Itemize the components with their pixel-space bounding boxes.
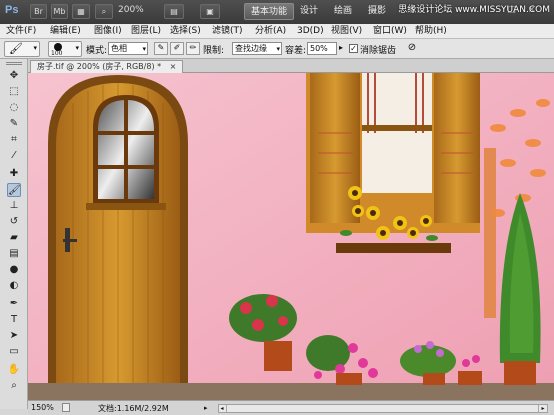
menu-layer[interactable]: 图层(L) — [131, 24, 161, 39]
tree-trunk — [484, 148, 496, 318]
menu-bar: 文件(F) 编辑(E) 图像(I) 图层(L) 选择(S) 滤镜(T) 分析(A… — [0, 24, 554, 39]
type-icon[interactable]: T — [7, 313, 21, 327]
gradient-icon[interactable]: ▤ — [7, 247, 21, 261]
workspace-painting[interactable]: 绘画 — [328, 3, 358, 20]
status-bar: 150% 文档:1.16M/2.92M ▸ ◂ ▸ — [28, 400, 554, 415]
view-extras-button[interactable]: ▦ — [72, 4, 90, 19]
cypress-pot — [504, 361, 536, 385]
dodge-icon[interactable]: ◐ — [7, 279, 21, 293]
canvas-artwork — [28, 73, 554, 400]
menu-analysis[interactable]: 分析(A) — [255, 24, 286, 39]
antialias-label: 消除锯齿 — [360, 46, 397, 56]
arrange-documents-button[interactable]: ▤ — [164, 4, 184, 19]
hand-icon[interactable]: ✋ — [7, 363, 21, 377]
status-zoom[interactable]: 150% — [31, 403, 54, 412]
document-tab-title: 房子.tif @ 200% (房子, RGB/8) * — [37, 62, 162, 71]
pen-icon[interactable]: ✒ — [7, 297, 21, 311]
move-icon[interactable]: ✥ — [7, 69, 21, 83]
menu-select[interactable]: 选择(S) — [170, 24, 201, 39]
history-brush-icon[interactable]: ↺ — [7, 215, 21, 229]
ground — [28, 383, 554, 400]
limits-select[interactable]: 查找边缘 ▾ — [232, 42, 282, 55]
scroll-left-icon[interactable]: ◂ — [218, 405, 227, 412]
tolerance-input[interactable]: 50% — [307, 42, 337, 55]
options-bar: 🖌 ▾ 100 ▾ 模式: 色相 ▾ ✎ ✐ ✏ 限制: 查找边缘 ▾ 容差: 50… — [0, 39, 554, 59]
chevron-down-icon: ▾ — [142, 45, 146, 53]
menu-image[interactable]: 图像(I) — [94, 24, 122, 39]
menu-file[interactable]: 文件(F) — [6, 24, 36, 39]
photoshop-logo: Ps — [5, 4, 19, 16]
eraser-icon[interactable]: ▰ — [7, 231, 21, 245]
menu-3d[interactable]: 3D(D) — [297, 24, 324, 39]
lasso-icon[interactable]: ◌ — [7, 101, 21, 115]
healing-icon[interactable]: ✚ — [7, 167, 21, 181]
window-box — [336, 243, 451, 253]
eyedropper-icon[interactable]: ⁄ — [7, 149, 21, 163]
screen-mode-button[interactable]: ▣ — [200, 4, 220, 19]
menu-help[interactable]: 帮助(H) — [415, 24, 447, 39]
crop-icon[interactable]: ⌗ — [7, 133, 21, 147]
document-tab[interactable]: 房子.tif @ 200% (房子, RGB/8) * × — [30, 60, 184, 73]
window-curtain — [362, 73, 432, 193]
sampling-background-icon[interactable]: ✏ — [186, 42, 200, 55]
path-select-icon[interactable]: ➤ — [7, 329, 21, 343]
zoom-level[interactable]: 200% — [118, 5, 158, 19]
close-tab-icon[interactable]: × — [170, 62, 177, 71]
chevron-down-icon[interactable]: ▸ — [339, 43, 343, 52]
menu-filter[interactable]: 滤镜(T) — [212, 24, 243, 39]
menu-edit[interactable]: 编辑(E) — [50, 24, 81, 39]
brush-picker[interactable]: 100 ▾ — [48, 41, 82, 57]
mode-select[interactable]: 色相 ▾ — [108, 42, 148, 55]
shape-icon[interactable]: ▭ — [7, 345, 21, 359]
limits-label: 限制: — [203, 46, 225, 56]
toolbox: ✥ ⬚ ◌ ✎ ⌗ ⁄ ✚ 🖌 ⊥ ↺ ▰ ▤ ● ◐ ✒ T ➤ ▭ ✋ ⌕ — [0, 59, 28, 409]
document-tab-bar: 房子.tif @ 200% (房子, RGB/8) * × — [28, 59, 554, 73]
scroll-right-icon[interactable]: ▸ — [538, 405, 547, 412]
quick-select-icon[interactable]: ✎ — [7, 117, 21, 131]
bridge-button[interactable]: Br — [30, 4, 47, 19]
antialias-checkbox[interactable]: ✓ — [349, 44, 358, 53]
status-doc-info: 文档:1.16M/2.92M — [98, 404, 169, 413]
sampling-continuous-icon[interactable]: ✎ — [154, 42, 168, 55]
door-window-sill — [86, 203, 166, 210]
workspace-photography[interactable]: 摄影 — [362, 3, 392, 20]
tool-preset-picker[interactable]: 🖌 ▾ — [4, 41, 40, 57]
tablet-pressure-icon[interactable]: ⊘ — [405, 42, 419, 56]
workspace-design[interactable]: 设计 — [294, 3, 324, 20]
stamp-icon[interactable]: ⊥ — [7, 199, 21, 213]
toolbox-grip[interactable] — [6, 62, 22, 65]
status-menu-icon[interactable]: ▸ — [204, 404, 208, 412]
zoom-level-icon[interactable]: ⌕ — [95, 4, 113, 19]
application-bar: Ps Br Mb ▦ ⌕ 200% ▤ ▣ 基本功能 设计 绘画 摄影 – □ … — [0, 0, 554, 24]
color-replace-icon[interactable]: 🖌 — [7, 183, 21, 197]
chevron-down-icon: ▾ — [276, 45, 280, 53]
brush-size: 100 — [51, 50, 63, 57]
tolerance-label: 容差: — [285, 46, 307, 56]
zoom-icon[interactable]: ⌕ — [7, 379, 21, 393]
chevron-down-icon: ▾ — [75, 44, 79, 52]
status-toggle-icon[interactable] — [62, 403, 70, 412]
mode-label: 模式: — [86, 46, 108, 56]
mode-value: 色相 — [111, 44, 127, 53]
blur-icon[interactable]: ● — [7, 263, 21, 277]
chevron-down-icon: ▾ — [33, 44, 37, 52]
color-replace-icon: 🖌 — [9, 42, 23, 55]
limits-value: 查找边缘 — [235, 44, 267, 53]
document-canvas[interactable] — [28, 73, 554, 400]
menu-window[interactable]: 窗口(W) — [373, 24, 407, 39]
horizontal-scrollbar[interactable]: ◂ ▸ — [218, 404, 548, 413]
workspace-essentials[interactable]: 基本功能 — [244, 3, 295, 20]
menu-view[interactable]: 视图(V) — [331, 24, 362, 39]
minibridge-button[interactable]: Mb — [51, 4, 68, 19]
marquee-icon[interactable]: ⬚ — [7, 85, 21, 99]
watermark: 思缘设计论坛 www.MISSYUAN.COM — [398, 5, 550, 15]
sampling-once-icon[interactable]: ✐ — [170, 42, 184, 55]
right-shutter — [434, 73, 480, 223]
left-shutter — [310, 73, 360, 223]
